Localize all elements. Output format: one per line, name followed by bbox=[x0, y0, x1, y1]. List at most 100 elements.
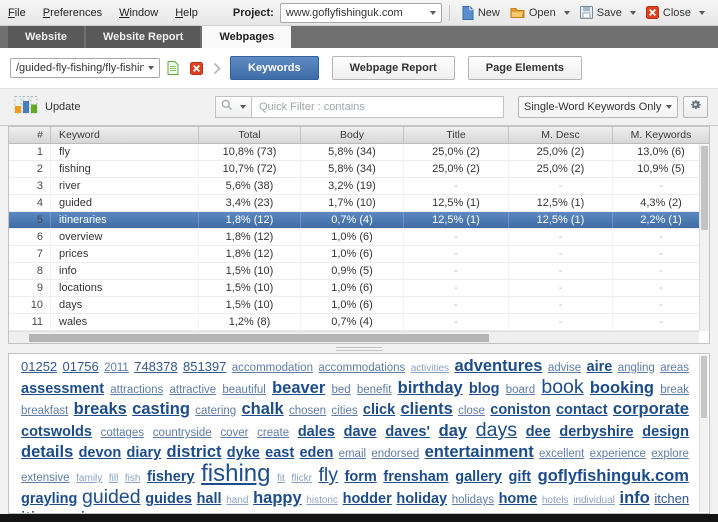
tagcloud-word[interactable]: birthday bbox=[398, 379, 463, 397]
table-row[interactable]: 10days1,5% (10)1,0% (6)--- bbox=[9, 297, 709, 314]
tagcloud-word[interactable]: district bbox=[167, 443, 222, 461]
tagcloud-word[interactable]: form bbox=[345, 469, 377, 485]
table-row[interactable]: 7prices1,8% (12)1,0% (6)--- bbox=[9, 246, 709, 263]
view-button-keywords[interactable]: Keywords bbox=[230, 56, 319, 80]
tagcloud-word[interactable]: daves' bbox=[385, 424, 430, 440]
tagcloud-word[interactable]: derbyshire bbox=[559, 424, 633, 440]
tagcloud-word[interactable]: guided bbox=[82, 486, 141, 508]
tagcloud-word[interactable]: blog bbox=[469, 381, 500, 397]
column-header-title[interactable]: Title bbox=[404, 127, 509, 143]
settings-button[interactable] bbox=[683, 96, 708, 118]
project-select[interactable]: www.goflyfishinguk.com bbox=[280, 3, 442, 23]
tagcloud-word[interactable]: frensham bbox=[383, 469, 448, 485]
tab-website-report[interactable]: Website Report bbox=[86, 26, 200, 48]
tagcloud-word[interactable]: contact bbox=[556, 402, 608, 418]
tagcloud-word[interactable]: attractive bbox=[170, 384, 217, 396]
tagcloud-word[interactable]: 748378 bbox=[134, 359, 177, 374]
tagcloud-word[interactable]: accommodation bbox=[232, 362, 313, 374]
column-header-body[interactable]: Body bbox=[301, 127, 404, 143]
tagcloud-word[interactable]: book bbox=[541, 376, 583, 398]
tagcloud-word[interactable]: fill bbox=[109, 473, 118, 484]
delete-page-button[interactable] bbox=[186, 58, 206, 78]
scrollbar-thumb[interactable] bbox=[29, 334, 489, 342]
tagcloud-word[interactable]: east bbox=[265, 445, 294, 461]
tagcloud-word[interactable]: fishery bbox=[147, 469, 195, 485]
tagcloud-word[interactable]: excellent bbox=[539, 448, 584, 460]
table-row[interactable]: 1fly10,8% (73)5,8% (34)25,0% (2)25,0% (2… bbox=[9, 144, 709, 161]
tagcloud-word[interactable]: holiday bbox=[396, 491, 447, 507]
save-button[interactable]: Save bbox=[575, 4, 641, 21]
tagcloud-word[interactable]: cottages bbox=[101, 427, 144, 439]
quick-filter-input[interactable] bbox=[252, 96, 504, 118]
tagcloud-word[interactable]: dyke bbox=[227, 445, 260, 461]
column-header-keyword[interactable]: Keyword bbox=[51, 127, 199, 143]
tagcloud-word[interactable]: bed bbox=[331, 384, 350, 396]
tagcloud-word[interactable]: gallery bbox=[455, 469, 502, 485]
table-row[interactable]: 6overview1,8% (12)1,0% (6)--- bbox=[9, 229, 709, 246]
tagcloud-word[interactable]: cover bbox=[220, 427, 248, 439]
tagcloud-word[interactable]: days bbox=[476, 419, 517, 441]
tagcloud-word[interactable]: hotels bbox=[542, 495, 569, 506]
tagcloud-word[interactable]: aire bbox=[587, 359, 613, 375]
table-horizontal-scrollbar[interactable] bbox=[9, 331, 699, 343]
tab-website[interactable]: Website bbox=[8, 26, 84, 48]
page-select[interactable]: /guided-fly-fishing/fly-fishing-it... bbox=[10, 58, 160, 78]
tagcloud-word[interactable]: countryside bbox=[153, 427, 212, 439]
tagcloud-word[interactable]: coniston bbox=[490, 402, 550, 418]
tagcloud-word[interactable]: activities bbox=[411, 363, 449, 374]
tagcloud-word[interactable]: breaks bbox=[74, 400, 127, 418]
tagcloud-word[interactable]: info bbox=[620, 489, 650, 507]
tagcloud-word[interactable]: adventures bbox=[454, 357, 542, 375]
menu-help[interactable]: Help bbox=[175, 7, 198, 19]
tagcloud-word[interactable]: benefit bbox=[357, 384, 392, 396]
tagcloud-word[interactable]: dales bbox=[298, 424, 335, 440]
tagcloud-word[interactable]: board bbox=[506, 384, 535, 396]
tagcloud-word[interactable]: close bbox=[458, 405, 485, 417]
tagcloud-word[interactable]: catering bbox=[195, 405, 236, 417]
tagcloud-word[interactable]: casting bbox=[132, 400, 190, 418]
keyword-scope-select[interactable]: Single-Word Keywords Only bbox=[518, 96, 678, 118]
tagcloud-word[interactable]: 01756 bbox=[63, 359, 99, 374]
tagcloud-word[interactable]: hall bbox=[197, 491, 222, 507]
tagcloud-word[interactable]: diary bbox=[127, 445, 162, 461]
column-header-m-desc[interactable]: M. Desc bbox=[509, 127, 613, 143]
tagcloud-word[interactable]: fit bbox=[277, 473, 285, 484]
tagcloud-word[interactable]: assessment bbox=[21, 381, 104, 397]
tagcloud-word[interactable]: guides bbox=[145, 491, 192, 507]
cloud-vertical-scrollbar[interactable] bbox=[699, 355, 708, 512]
tagcloud-word[interactable]: flickr bbox=[291, 473, 312, 484]
tagcloud-word[interactable]: dee bbox=[526, 424, 551, 440]
scrollbar-thumb[interactable] bbox=[701, 356, 707, 418]
tagcloud-word[interactable]: cotswolds bbox=[21, 424, 92, 440]
view-button-page-elements[interactable]: Page Elements bbox=[468, 56, 582, 80]
search-filter-mode-dropdown[interactable] bbox=[215, 96, 252, 118]
tagcloud-word[interactable]: clients bbox=[400, 400, 452, 418]
tagcloud-word[interactable]: beaver bbox=[272, 379, 325, 397]
tagcloud-word[interactable]: click bbox=[363, 402, 395, 418]
close-button[interactable]: Close bbox=[641, 4, 710, 21]
tagcloud-word[interactable]: 2011 bbox=[104, 362, 129, 374]
tagcloud-word[interactable]: dave bbox=[344, 424, 377, 440]
tagcloud-word[interactable]: historic bbox=[306, 495, 338, 506]
tagcloud-word[interactable]: explore bbox=[651, 448, 689, 460]
table-row[interactable]: 5itineraries1,8% (12)0,7% (4)12,5% (1)12… bbox=[9, 212, 709, 229]
menu-preferences[interactable]: Preferences bbox=[43, 7, 102, 19]
tagcloud-word[interactable]: 851397 bbox=[183, 359, 226, 374]
tagcloud-word[interactable]: details bbox=[21, 443, 73, 461]
table-row[interactable]: 9locations1,5% (10)1,0% (6)--- bbox=[9, 280, 709, 297]
tagcloud-word[interactable]: individual bbox=[573, 495, 615, 506]
tagcloud-word[interactable]: angling bbox=[618, 362, 655, 374]
table-row[interactable]: 3river5,6% (38)3,2% (19)--- bbox=[9, 178, 709, 195]
tagcloud-word[interactable]: design bbox=[642, 424, 689, 440]
tagcloud-word[interactable]: areas bbox=[660, 362, 689, 374]
tagcloud-word[interactable]: break bbox=[660, 384, 689, 396]
tagcloud-word[interactable]: 01252 bbox=[21, 359, 57, 374]
tagcloud-word[interactable]: cities bbox=[331, 405, 357, 417]
tagcloud-word[interactable]: home bbox=[499, 491, 538, 507]
tagcloud-word[interactable]: chalk bbox=[241, 400, 283, 418]
tagcloud-word[interactable]: grayling bbox=[21, 491, 77, 507]
tagcloud-word[interactable]: itchen bbox=[654, 491, 689, 506]
tagcloud-word[interactable]: advise bbox=[548, 362, 581, 374]
tagcloud-word[interactable]: family bbox=[76, 473, 102, 484]
tagcloud-word[interactable]: hand bbox=[226, 495, 248, 506]
